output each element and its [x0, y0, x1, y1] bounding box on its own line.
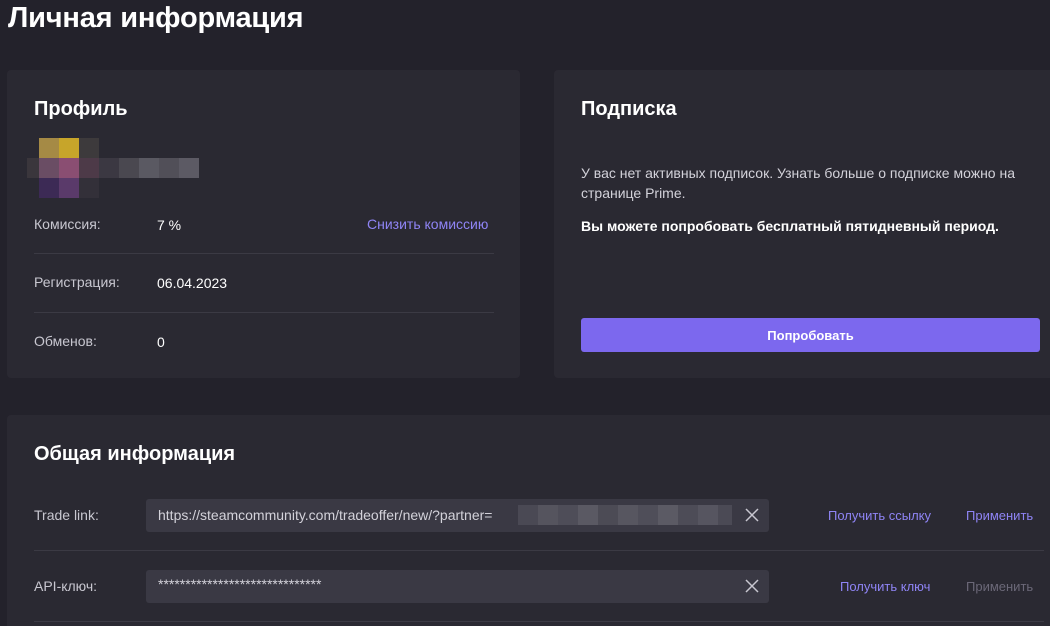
api-key-value: ******************************	[158, 576, 322, 592]
subscription-text: У вас нет активных подписок. Узнать боль…	[581, 165, 1015, 201]
commission-value: 7 %	[157, 217, 182, 233]
subscription-title: Подписка	[581, 98, 677, 120]
commission-label: Комиссия:	[34, 216, 101, 232]
general-info-title: Общая информация	[34, 443, 236, 465]
page-title: Личная информация	[8, 2, 304, 34]
trades-label: Обменов:	[34, 333, 97, 349]
trial-text: Вы можете попробовать бесплатный пятидне…	[581, 218, 999, 234]
clear-icon[interactable]	[743, 577, 761, 595]
avatar	[27, 138, 209, 200]
trade-link-label: Trade link:	[34, 507, 99, 523]
trades-value: 0	[157, 334, 165, 350]
try-button[interactable]: Попробовать	[581, 318, 1040, 352]
trade-link-value: https://steamcommunity.com/tradeoffer/ne…	[158, 507, 493, 523]
api-key-input[interactable]: ******************************	[146, 570, 769, 603]
divider	[34, 550, 1044, 551]
divider	[34, 621, 1044, 622]
reduce-commission-link[interactable]: Снизить комиссию	[367, 216, 488, 232]
apply-trade-link-button[interactable]: Применить	[966, 508, 1033, 523]
registration-value: 06.04.2023	[157, 275, 228, 291]
divider	[34, 312, 494, 313]
divider	[34, 253, 494, 254]
subscription-card: Подписка У вас нет активных подписок. Уз…	[554, 70, 1050, 378]
get-trade-link-button[interactable]: Получить ссылку	[828, 508, 931, 523]
get-api-key-button[interactable]: Получить ключ	[840, 579, 930, 594]
profile-title: Профиль	[34, 98, 128, 120]
api-key-label: API-ключ:	[34, 578, 98, 594]
clear-icon[interactable]	[743, 506, 761, 524]
trade-link-input[interactable]: https://steamcommunity.com/tradeoffer/ne…	[146, 499, 769, 532]
registration-label: Регистрация:	[34, 274, 120, 290]
profile-card: Профиль Комиссия: 7 % Снизить комиссию Р…	[7, 70, 520, 378]
apply-api-key-button[interactable]: Применить	[966, 579, 1033, 594]
general-info-card: Общая информация Trade link: https://ste…	[7, 415, 1050, 626]
